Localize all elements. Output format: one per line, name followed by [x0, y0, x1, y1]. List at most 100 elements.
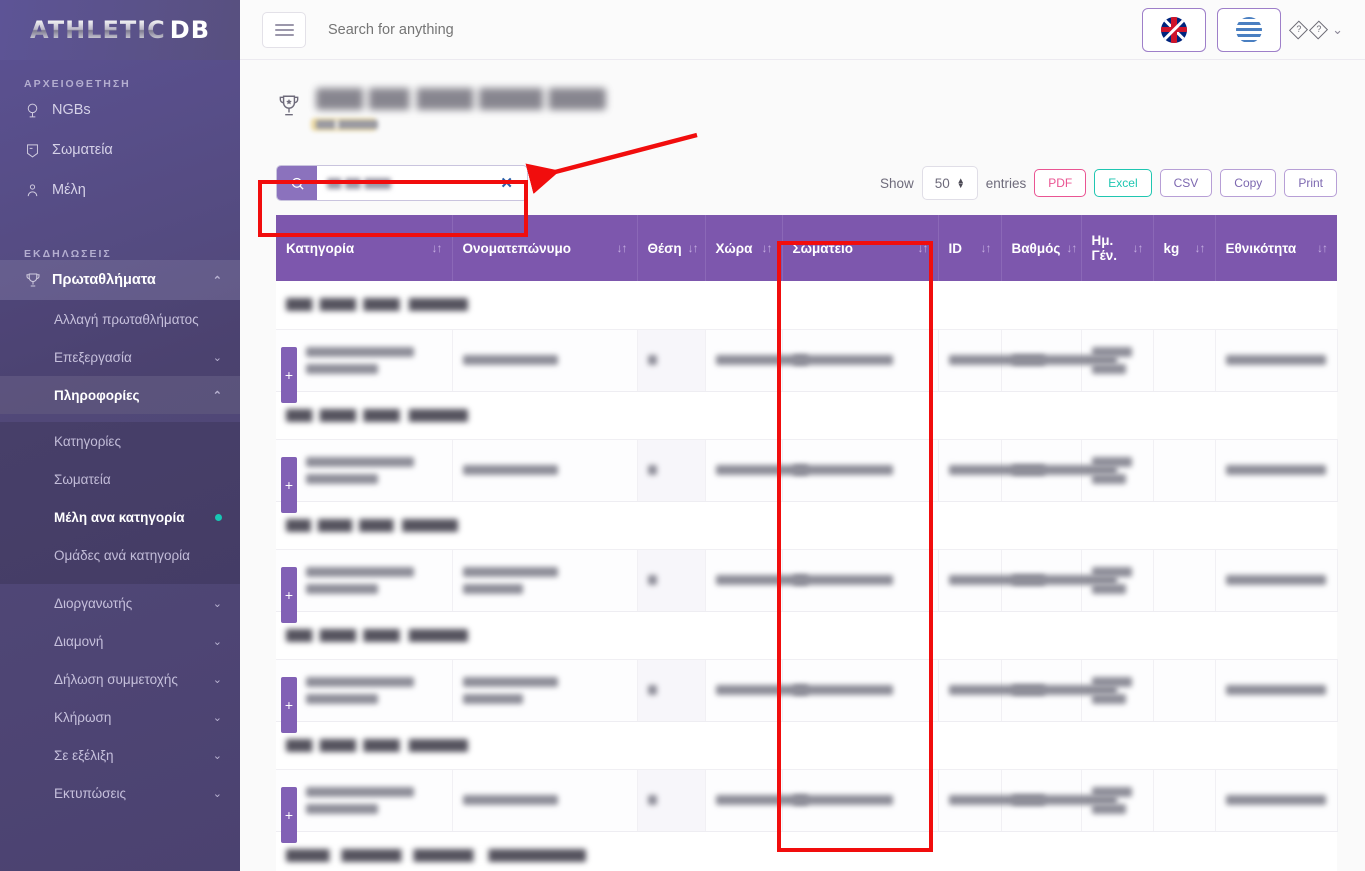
table-header-cell[interactable]: Θέση ↓↑ — [637, 215, 706, 281]
header-actions: ? ? ⌄ — [1142, 7, 1343, 52]
table-header-cell[interactable]: Εθνικότητα ↓↑ — [1215, 215, 1337, 281]
table-cell — [782, 439, 939, 502]
sort-icon[interactable]: ↓↑ — [1195, 241, 1206, 255]
table-cell — [452, 549, 638, 612]
sidebar-subitem-organizer[interactable]: Διοργανωτής ⌄ — [0, 584, 240, 622]
export-excel-button[interactable]: Excel — [1094, 169, 1152, 197]
user-menu[interactable]: ? ? ⌄ — [1289, 19, 1343, 40]
sidebar-subitem-accommodation[interactable]: Διαμονή ⌄ — [0, 622, 240, 660]
language-button-en[interactable] — [1142, 7, 1207, 52]
table-cell — [705, 439, 808, 502]
chevron-down-icon: ⌄ — [212, 351, 222, 364]
sort-icon[interactable]: ↓↑ — [432, 241, 443, 255]
hamburger-icon[interactable] — [262, 11, 306, 48]
sidebar-subitem-participation-declaration[interactable]: Δήλωση συμμετοχής ⌄ — [0, 660, 240, 698]
sort-icon[interactable]: ↓↑ — [1066, 241, 1077, 255]
table-header-cell[interactable]: Κατηγορία ↓↑ — [276, 215, 453, 281]
sidebar-subitem-label: Πληροφορίες — [54, 387, 140, 403]
table-header-cell[interactable]: Βαθμός ↓↑ — [1001, 215, 1082, 281]
missing-glyph-icon: ? — [1289, 19, 1309, 40]
entries-per-page-select[interactable]: 50 ▲ ▼ — [921, 166, 978, 200]
chevron-down-icon: ⌄ — [212, 673, 222, 686]
sidebar-subitem-printouts[interactable]: Εκτυπώσεις ⌄ — [0, 774, 240, 812]
sidebar-subitem-change-championship[interactable]: Αλλαγή πρωταθλήματος — [0, 300, 240, 338]
table-search-input[interactable]: ✕ — [317, 166, 527, 200]
active-indicator-dot — [215, 513, 222, 521]
sort-icon[interactable]: ↓↑ — [762, 241, 773, 255]
table-cell — [1215, 439, 1338, 502]
sidebar-subitem-in-progress[interactable]: Σε εξέλιξη ⌄ — [0, 736, 240, 774]
sort-icon[interactable]: ↓↑ — [617, 241, 628, 255]
sidebar-item-ngbs[interactable]: NGBs — [0, 90, 240, 130]
table-cell — [1153, 659, 1216, 722]
expand-row-button[interactable]: + — [281, 456, 297, 513]
column-label: Σωματείο — [792, 240, 854, 256]
chevron-down-icon: ⌄ — [212, 787, 222, 800]
sidebar-subitem-label: Διοργανωτής — [54, 595, 133, 611]
expand-row-button[interactable]: + — [281, 566, 297, 623]
global-search-input[interactable] — [326, 20, 686, 39]
table-cell — [637, 769, 706, 832]
sidebar-item-championships[interactable]: Πρωταθλήματα ⌃ — [0, 260, 240, 300]
chevron-up-icon: ⌃ — [212, 389, 222, 402]
table-header-cell[interactable]: ID ↓↑ — [938, 215, 1002, 281]
table-header-cell[interactable]: Χώρα ↓↑ — [705, 215, 783, 281]
sort-icon[interactable]: ↓↑ — [688, 241, 699, 255]
table-header-row: Κατηγορία ↓↑ Ονοματεπώνυμο ↓↑ Θέση ↓↑ Χώρα ↓↑ Σω… — [276, 215, 1337, 281]
sidebar-item-clubs[interactable]: Σωματεία — [0, 130, 240, 170]
expand-row-button[interactable]: + — [281, 786, 297, 843]
table-row[interactable]: + — [276, 769, 1338, 843]
sort-icon[interactable]: ↓↑ — [1317, 241, 1328, 255]
sidebar-item-members[interactable]: Μέλη — [0, 170, 240, 210]
language-button-el[interactable] — [1217, 7, 1282, 52]
sort-icon[interactable]: ↓↑ — [918, 241, 929, 255]
table-row[interactable]: + — [276, 659, 1338, 733]
sidebar-subitem-information[interactable]: Πληροφορίες ⌃ — [0, 376, 240, 414]
copy-button[interactable]: Copy — [1220, 169, 1277, 197]
sidebar-item-label: Μέλη — [52, 182, 86, 198]
table-cell — [782, 549, 939, 612]
sidebar-subitem-edit[interactable]: Επεξεργασία ⌄ — [0, 338, 240, 376]
sidebar-subitem-categories[interactable]: Κατηγορίες — [0, 422, 240, 460]
table-search[interactable]: ✕ — [276, 165, 528, 201]
table-header-cell[interactable]: Ονοματεπώνυμο ↓↑ — [452, 215, 638, 281]
page-header — [276, 88, 1337, 129]
logo-text-secondary: DB — [169, 16, 210, 44]
data-table-wrapper: Κατηγορία ↓↑ Ονοματεπώνυμο ↓↑ Θέση ↓↑ Χώρα ↓↑ Σω… — [276, 215, 1338, 871]
table-cell — [1001, 659, 1117, 722]
table-row[interactable]: + — [276, 439, 1338, 513]
sidebar-section-title-events: ΕΚΔΗΛΩΣΕΙΣ — [24, 248, 112, 260]
table-cell — [1153, 549, 1216, 612]
table-cell — [452, 329, 638, 392]
column-label: Ημ. Γέν. — [1091, 233, 1117, 263]
export-pdf-button[interactable]: PDF — [1034, 169, 1087, 197]
app-logo[interactable]: ATHLETIC DB — [0, 0, 240, 60]
sort-icon[interactable]: ↓↑ — [1133, 241, 1144, 255]
sidebar-subitem-label: Ομάδες ανά κατηγορία — [54, 547, 190, 563]
table-row[interactable]: + — [276, 549, 1338, 623]
top-header: ? ? ⌄ — [240, 0, 1365, 60]
expand-row-button[interactable]: + — [281, 346, 297, 403]
sidebar-subitem-label: Διαμονή — [54, 633, 104, 649]
sidebar-subitem-teams-per-category[interactable]: Ομάδες ανά κατηγορία — [0, 536, 240, 574]
table-header-cell[interactable]: Σωματείο ↓↑ — [782, 215, 939, 281]
sidebar-subitem-draw[interactable]: Κλήρωση ⌄ — [0, 698, 240, 736]
group-label-redacted — [276, 611, 1337, 660]
clear-search-icon[interactable]: ✕ — [500, 174, 517, 192]
spinner-icon[interactable]: ▲ ▼ — [957, 177, 965, 190]
entries-label: entries — [985, 175, 1027, 191]
search-icon — [277, 166, 317, 200]
sort-icon[interactable]: ↓↑ — [981, 241, 992, 255]
column-label: ID — [948, 240, 963, 256]
print-button[interactable]: Print — [1284, 169, 1337, 197]
sidebar-subitem-clubs[interactable]: Σωματεία — [0, 460, 240, 498]
sidebar-subitem-members-per-category[interactable]: Μέλη ανα κατηγορία — [0, 498, 240, 536]
page-title — [316, 88, 606, 110]
table-body: + + + + + — [276, 281, 1338, 871]
table-row[interactable]: + — [276, 329, 1338, 403]
expand-row-button[interactable]: + — [281, 676, 297, 733]
table-header-cell[interactable]: Ημ. Γέν. ↓↑ — [1081, 215, 1154, 281]
column-label: Θέση — [647, 240, 682, 256]
export-csv-button[interactable]: CSV — [1159, 169, 1213, 197]
table-header-cell[interactable]: kg ↓↑ — [1153, 215, 1216, 281]
